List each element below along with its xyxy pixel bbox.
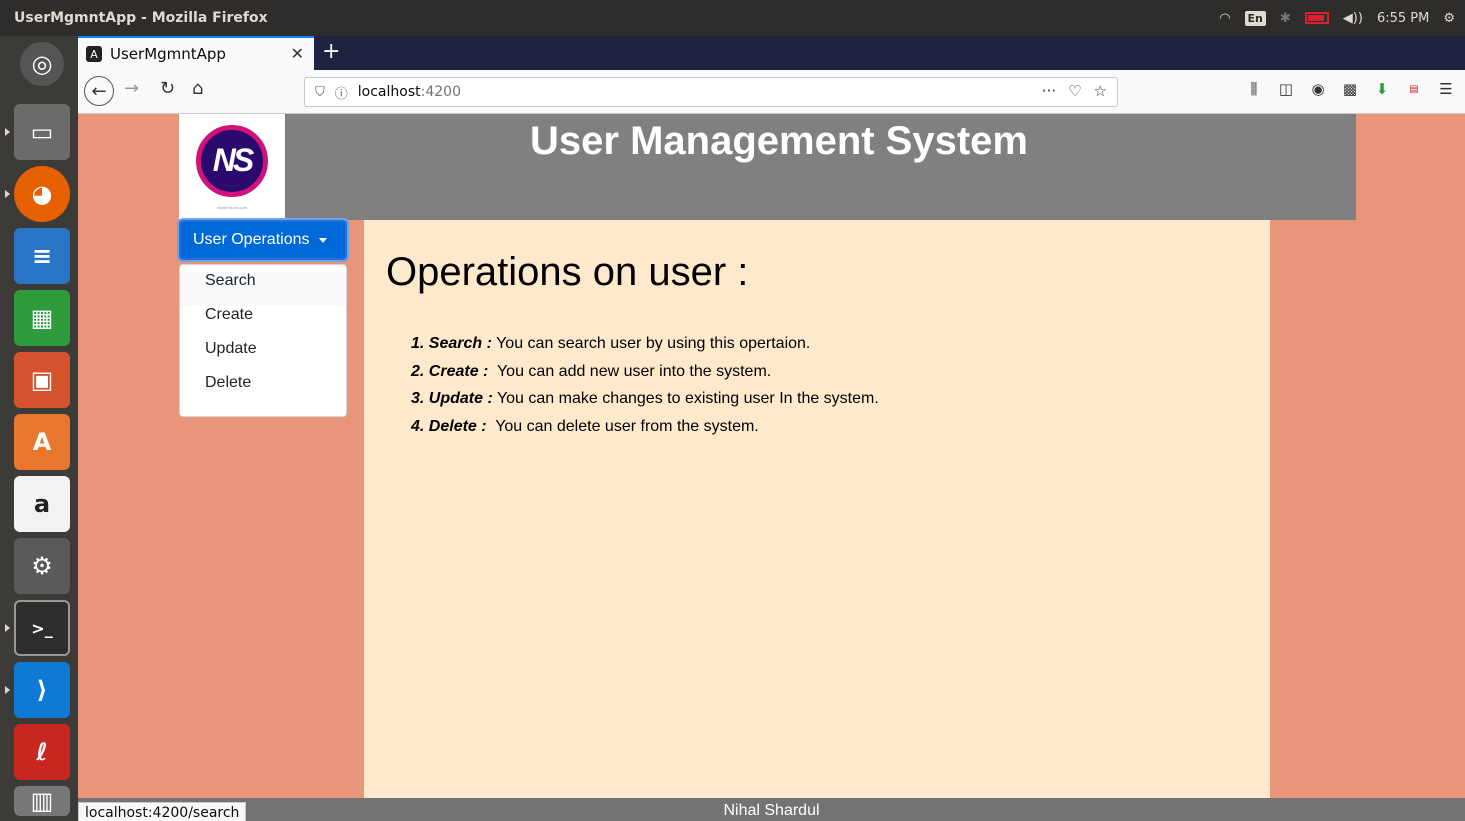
os-top-panel: UserMgmntApp - Mozilla Firefox ◠ En ✱ ◀)… <box>0 0 1465 36</box>
trash-icon[interactable]: ▥ <box>14 786 70 816</box>
site-info-icon[interactable]: ⓘ <box>335 83 348 102</box>
page-actions-icon[interactable]: ··· <box>1042 82 1056 100</box>
wifi-icon[interactable]: ◠ <box>1219 11 1230 26</box>
footer-name: Nihal Shardul <box>723 802 820 819</box>
sidebar-icon[interactable]: ◫ <box>1277 80 1295 98</box>
battery-icon[interactable] <box>1304 12 1329 24</box>
status-bar-url: localhost:4200/search <box>78 802 247 821</box>
close-tab-icon[interactable]: ✕ <box>291 44 304 63</box>
operation-text: You can add new user into the system. <box>488 362 772 380</box>
library-icon[interactable]: ⫼ <box>1245 80 1263 98</box>
writer-icon[interactable]: ≡ <box>14 228 70 284</box>
ubuntu-dash-icon[interactable]: ◎ <box>20 42 64 86</box>
extension-cors-icon[interactable]: ▤ <box>1405 80 1423 98</box>
extension-user-icon[interactable]: ◉ <box>1309 80 1327 98</box>
window-title: UserMgmntApp - Mozilla Firefox <box>14 10 268 26</box>
hamburger-menu-icon[interactable]: ☰ <box>1437 80 1455 98</box>
url-bar[interactable]: ⛉ ⓘ localhost:4200 ··· ♡ ☆ <box>304 77 1118 107</box>
dropdown-label: User Operations <box>193 231 310 248</box>
keyboard-layout-indicator[interactable]: En <box>1244 10 1266 26</box>
firefox-icon[interactable]: ◕ <box>14 166 70 222</box>
operation-label: 1. Search : <box>411 335 492 352</box>
impress-icon[interactable]: ▣ <box>14 352 70 408</box>
bookmark-star-icon[interactable]: ☆ <box>1094 82 1107 100</box>
browser-tab-strip: A UserMgmntApp ✕ + <box>78 36 1465 70</box>
launcher: ◎ ▭ ◕ ≡ ▦ ▣ A a ⚙ >_ ⟩ ℓ ▥ <box>0 36 78 821</box>
angular-favicon-icon: A <box>86 46 102 62</box>
back-arrow-icon[interactable]: ← <box>84 76 114 106</box>
extension-download-icon[interactable]: ⬇ <box>1373 80 1391 98</box>
operation-text: You can delete user from the system. <box>486 417 759 435</box>
terminal-icon[interactable]: >_ <box>14 600 70 656</box>
system-settings-icon[interactable]: ⚙ <box>14 538 70 594</box>
extension-grey-icon[interactable]: ▩ <box>1341 80 1359 98</box>
tab-title: UserMgmntApp <box>110 45 226 63</box>
ns-logo: NS shutterstock.com <box>179 114 285 220</box>
home-icon[interactable]: ⌂ <box>192 78 203 99</box>
new-tab-plus-icon[interactable]: + <box>322 39 340 64</box>
running-indicator <box>5 624 10 632</box>
running-indicator <box>5 190 10 198</box>
browser-navbar: ← → ↻ ⌂ ⛉ ⓘ localhost:4200 ··· ♡ ☆ ⫼ ◫ ◉… <box>78 70 1465 114</box>
web-page: NS shutterstock.com User Management Syst… <box>78 114 1465 798</box>
main-content: Operations on user : 1. Search : You can… <box>364 220 1270 798</box>
operation-text: You can search user by using this operta… <box>491 335 811 352</box>
menu-item-delete[interactable]: Delete <box>180 374 346 408</box>
amazon-icon[interactable]: a <box>14 476 70 532</box>
operations-list: 1. Search : You can search user by using… <box>411 335 879 445</box>
list-item: 1. Search : You can search user by using… <box>411 335 879 363</box>
files-icon[interactable]: ▭ <box>14 104 70 160</box>
reload-icon[interactable]: ↻ <box>160 78 175 99</box>
page-title: User Management System <box>530 119 1028 163</box>
url-port: :4200 <box>420 84 461 100</box>
logo-watermark: shutterstock.com <box>216 204 248 210</box>
page-footer: Nihal Shardul <box>78 798 1465 821</box>
caret-down-icon <box>318 237 327 243</box>
content-heading: Operations on user : <box>386 250 749 294</box>
software-center-icon[interactable]: A <box>14 414 70 470</box>
list-item: 2. Create : You can add new user into th… <box>411 363 879 391</box>
forward-arrow-icon[interactable]: → <box>124 78 139 99</box>
menu-item-create[interactable]: Create <box>180 306 346 340</box>
menu-item-update[interactable]: Update <box>180 340 346 374</box>
list-item: 3. Update : You can make changes to exis… <box>411 390 879 418</box>
list-item: 4. Delete : You can delete user from the… <box>411 418 879 446</box>
pocket-icon[interactable]: ♡ <box>1068 82 1081 100</box>
running-indicator <box>5 686 10 694</box>
volume-icon[interactable]: ◀)) <box>1343 11 1363 26</box>
menu-item-search[interactable]: Search <box>180 272 346 306</box>
tab-usermgmntapp[interactable]: A UserMgmntApp ✕ <box>78 36 314 70</box>
power-gear-icon[interactable]: ⚙ <box>1443 11 1455 26</box>
pdf-icon[interactable]: ℓ <box>14 724 70 780</box>
calc-icon[interactable]: ▦ <box>14 290 70 346</box>
system-tray: ◠ En ✱ ◀)) 6:55 PM ⚙ <box>1219 0 1455 36</box>
operation-label: 2. Create : <box>411 362 489 380</box>
user-operations-dropdown-button[interactable]: User Operations <box>179 220 347 260</box>
clock[interactable]: 6:55 PM <box>1377 11 1429 26</box>
user-operations-menu: Search Create Update Delete <box>179 264 347 417</box>
vscode-icon[interactable]: ⟩ <box>14 662 70 718</box>
browser-toolbar: ⫼ ◫ ◉ ▩ ⬇ ▤ ☰ <box>1245 80 1455 98</box>
operation-text: You can make changes to existing user In… <box>492 390 879 407</box>
tracking-shield-icon[interactable]: ⛉ <box>315 85 325 100</box>
operation-label: 3. Update : <box>411 390 493 407</box>
header-banner: User Management System <box>285 114 1356 220</box>
operation-label: 4. Delete : <box>411 417 487 435</box>
logo-mark: NS <box>196 124 268 197</box>
running-indicator <box>5 128 10 136</box>
url-host: localhost <box>357 84 421 100</box>
bluetooth-icon[interactable]: ✱ <box>1280 11 1291 26</box>
